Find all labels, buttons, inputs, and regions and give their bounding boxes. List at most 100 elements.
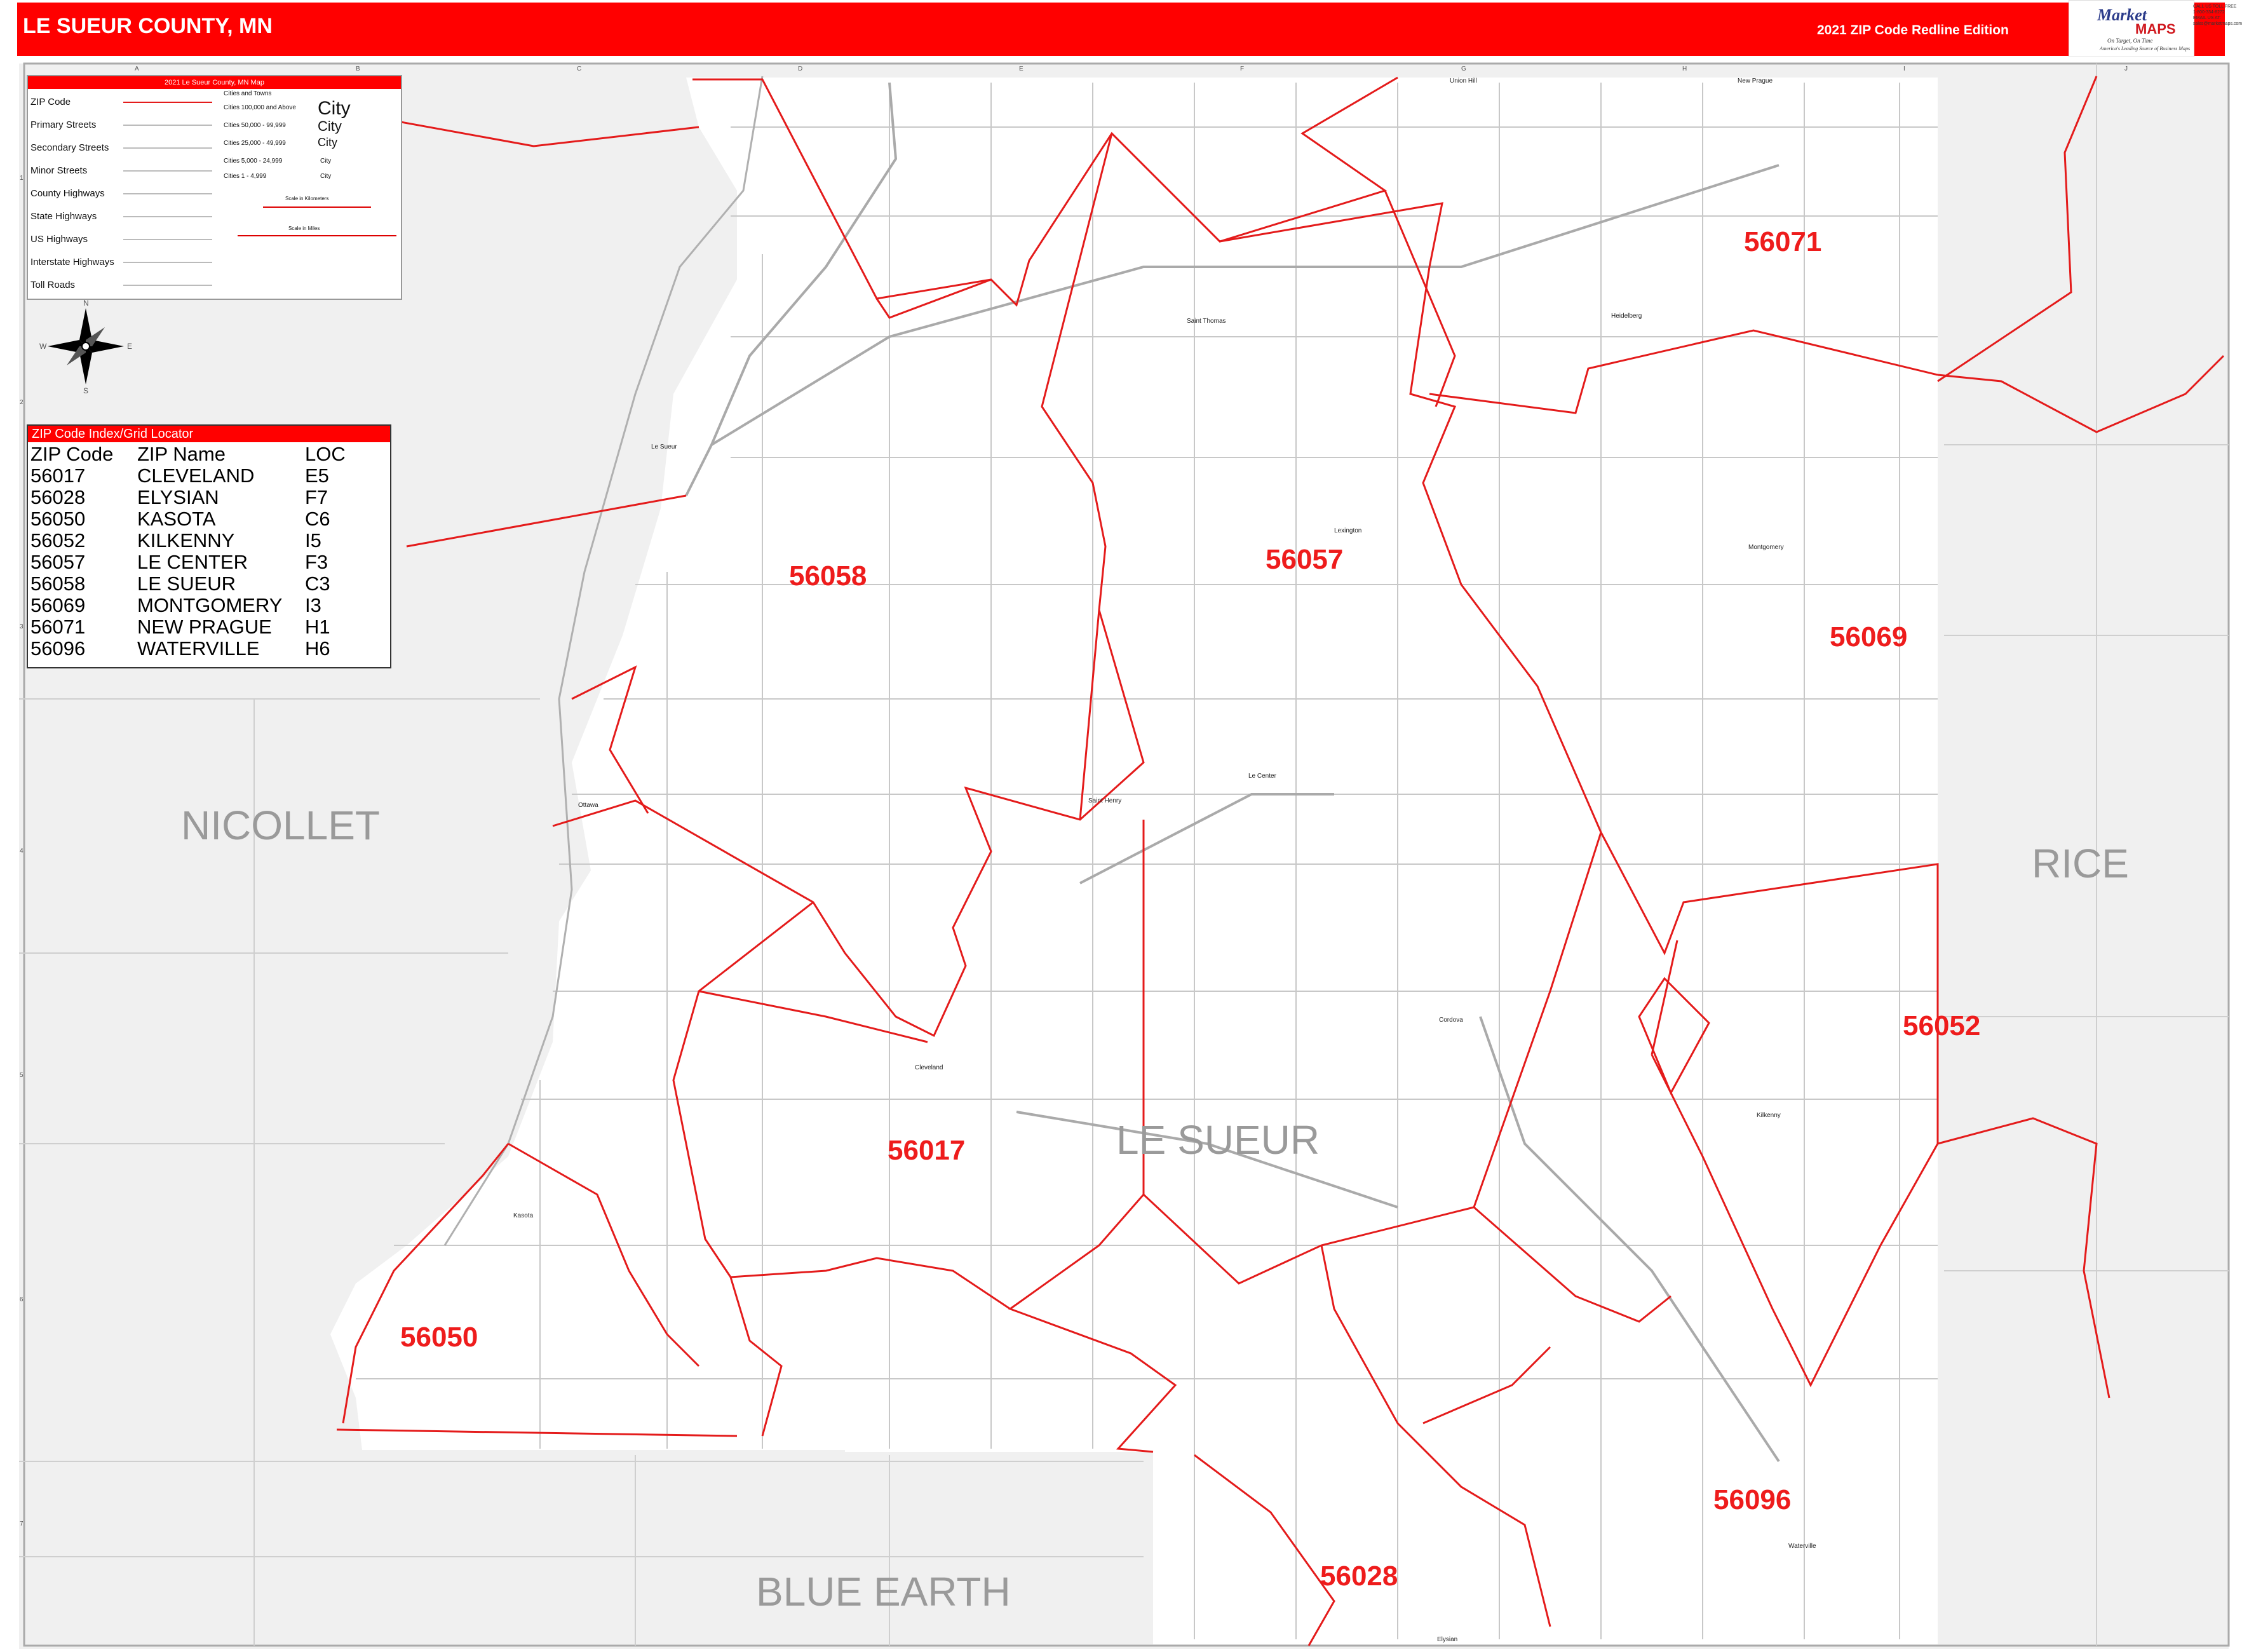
zip-label[interactable]: 56096 — [1713, 1484, 1791, 1516]
grid-number: 5 — [20, 1072, 24, 1079]
town-label: Kasota — [513, 1212, 534, 1219]
row-loc: F7 — [305, 486, 328, 508]
legend-city-sample: City — [318, 136, 337, 149]
zip-label[interactable]: 56071 — [1744, 226, 1821, 258]
legend-item: Secondary Streets — [30, 142, 109, 153]
town-label: Cordova — [1439, 1017, 1463, 1024]
row-loc: H1 — [305, 616, 330, 638]
legend-line — [123, 125, 212, 126]
header-name: ZIP Name — [137, 443, 226, 465]
legend-item: Primary Streets — [30, 119, 97, 130]
row-zip: 56096 — [30, 637, 86, 660]
town-label: Saint Henry — [1088, 797, 1122, 804]
legend-scale-mi: Scale in Miles — [288, 226, 320, 231]
town-label: Le Center — [1248, 773, 1276, 780]
legend-line — [123, 170, 212, 172]
legend-city-sample: City — [318, 98, 351, 119]
town-label: Montgomery — [1748, 544, 1784, 551]
county-label-blue-earth: BLUE EARTH — [756, 1569, 1011, 1615]
legend-line — [123, 239, 212, 240]
row-name: KASOTA — [137, 508, 216, 530]
row-name: MONTGOMERY — [137, 594, 283, 616]
zip-label[interactable]: 56058 — [789, 560, 867, 592]
zip-index-table: ZIP Code Index/Grid Locator ZIP Code ZIP… — [27, 424, 391, 668]
grid-number: 1 — [20, 175, 24, 182]
legend-item: Minor Streets — [30, 165, 88, 176]
town-label: Union Hill — [1450, 78, 1477, 85]
row-name: ELYSIAN — [137, 486, 219, 508]
legend-city-range: Cities 50,000 - 99,999 — [224, 122, 286, 129]
map-legend: 2021 Le Sueur County, MN Map ZIP Code Pr… — [27, 75, 402, 300]
town-label: Saint Thomas — [1187, 318, 1226, 325]
legend-item: County Highways — [30, 188, 105, 199]
legend-item: US Highways — [30, 234, 88, 245]
grid-letter: F — [1240, 65, 1245, 72]
scale-bar-km — [263, 207, 371, 208]
town-label: Lexington — [1334, 527, 1362, 534]
town-label: Elysian — [1437, 1636, 1458, 1643]
row-loc: C3 — [305, 572, 330, 595]
legend-item: State Highways — [30, 211, 97, 222]
row-loc: F3 — [305, 551, 328, 573]
grid-number: 3 — [20, 623, 24, 630]
legend-zip-line — [123, 102, 212, 103]
legend-line — [123, 216, 212, 217]
grid-number: 7 — [20, 1520, 24, 1527]
logo-subtagline: America's Leading Source of Business Map… — [2100, 46, 2191, 51]
row-name: KILKENNY — [137, 529, 235, 552]
index-title: ZIP Code Index/Grid Locator — [28, 426, 390, 442]
logo[interactable]: Market MAPS On Target, On Time America's… — [2069, 0, 2194, 57]
legend-item: Interstate Highways — [30, 257, 114, 267]
row-zip: 56071 — [30, 616, 86, 638]
row-zip: 56017 — [30, 464, 86, 487]
legend-city-range: Cities 100,000 and Above — [224, 104, 296, 111]
row-name: NEW PRAGUE — [137, 616, 272, 638]
header-loc: LOC — [305, 443, 346, 465]
legend-city-range: Cities 25,000 - 49,999 — [224, 140, 286, 147]
legend-item: ZIP Code — [30, 97, 71, 107]
row-loc: E5 — [305, 464, 329, 487]
legend-city-sample: City — [320, 173, 332, 180]
legend-city-sample: City — [318, 118, 342, 134]
legend-line — [123, 147, 212, 149]
legend-line — [123, 285, 212, 286]
zip-label[interactable]: 56017 — [888, 1135, 965, 1167]
row-loc: C6 — [305, 508, 330, 530]
grid-letter: J — [2124, 65, 2128, 72]
row-zip: 56057 — [30, 551, 86, 573]
row-zip: 56052 — [30, 529, 86, 552]
page-title: LE SUEUR COUNTY, MN — [23, 14, 273, 38]
grid-number: 6 — [20, 1296, 24, 1303]
zip-label[interactable]: 56057 — [1266, 544, 1343, 576]
zip-label[interactable]: 56069 — [1830, 621, 1907, 653]
row-loc: I5 — [305, 529, 321, 552]
county-label-rice: RICE — [2032, 841, 2129, 886]
zip-label[interactable]: 56052 — [1903, 1010, 1980, 1042]
row-name: CLEVELAND — [137, 464, 255, 487]
county-label-nicollet: NICOLLET — [181, 802, 380, 848]
legend-line — [123, 262, 212, 263]
legend-title: 2021 Le Sueur County, MN Map — [28, 76, 401, 89]
town-label: Heidelberg — [1611, 313, 1642, 320]
town-label: Cleveland — [915, 1064, 943, 1071]
row-loc: I3 — [305, 594, 321, 616]
row-zip: 56028 — [30, 486, 86, 508]
row-name: LE SUEUR — [137, 572, 236, 595]
grid-letter: D — [798, 65, 803, 72]
row-zip: 56069 — [30, 594, 86, 616]
grid-letter: C — [577, 65, 582, 72]
compass-n: N — [83, 299, 89, 308]
header-zip: ZIP Code — [30, 443, 114, 465]
compass-s: S — [83, 386, 89, 395]
town-label: New Prague — [1738, 78, 1773, 85]
logo-word-maps: MAPS — [2135, 21, 2176, 37]
zip-label[interactable]: 56050 — [400, 1322, 478, 1353]
town-label: Kilkenny — [1757, 1112, 1781, 1119]
town-label: Le Sueur — [651, 443, 677, 450]
logo-tagline: On Target, On Time — [2107, 37, 2153, 44]
grid-letter: B — [356, 65, 360, 72]
zip-label[interactable]: 56028 — [1320, 1561, 1398, 1592]
grid-number: 2 — [20, 399, 24, 406]
town-label: Ottawa — [578, 802, 598, 809]
compass-e: E — [127, 342, 133, 351]
